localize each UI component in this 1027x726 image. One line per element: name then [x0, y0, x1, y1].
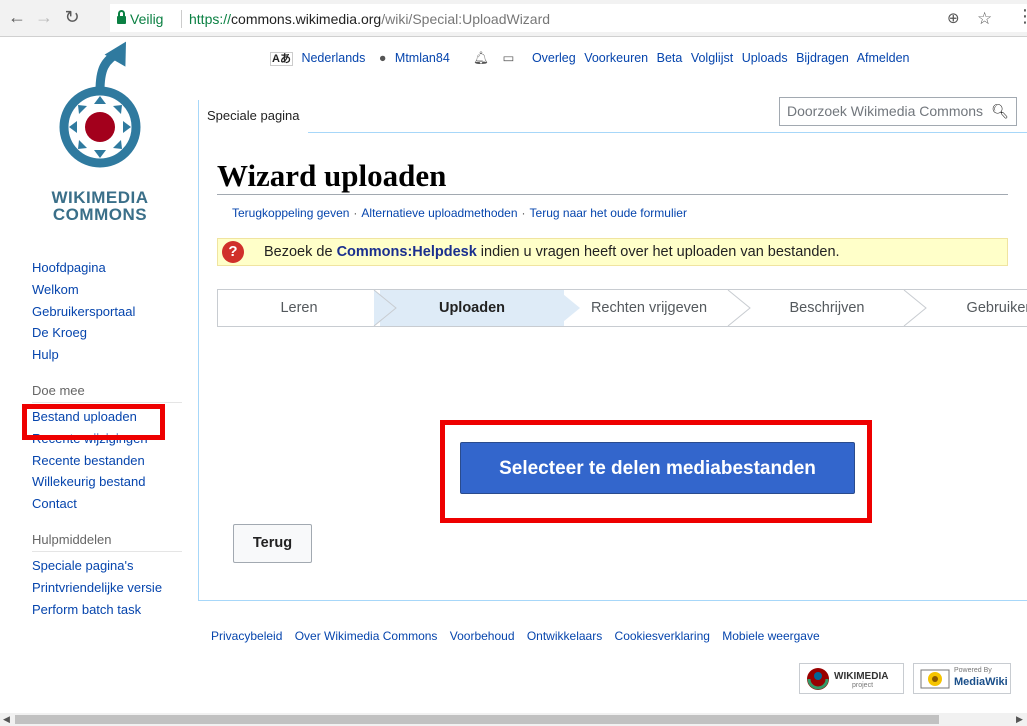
sidebar-heading-tools: Hulpmiddelen: [32, 529, 182, 552]
lock-icon: [117, 10, 126, 24]
sidebar-item-recent-files[interactable]: Recente bestanden: [32, 450, 182, 472]
sidebar-item-batch-task[interactable]: Perform batch task: [32, 599, 182, 621]
url-path: /wiki/Special:UploadWizard: [381, 11, 551, 27]
logo-line-1: WIKIMEDIA: [51, 188, 149, 207]
horizontal-scrollbar[interactable]: ◀ ▶: [0, 713, 1027, 726]
title-divider: [217, 194, 1008, 195]
helpdesk-notice: ? Bezoek de Commons:Helpdesk indien u vr…: [217, 238, 1008, 266]
badge-wikimedia-label: WIKIMEDIA: [834, 671, 889, 682]
footer-link-privacy[interactable]: Privacybeleid: [211, 629, 282, 643]
page-title: Wizard uploaden: [217, 158, 447, 193]
personal-link-logout[interactable]: Afmelden: [857, 51, 910, 65]
secure-label: Veilig: [130, 11, 164, 27]
url-host: commons.wikimedia.org: [231, 11, 382, 27]
sidebar-item-help[interactable]: Hulp: [32, 344, 182, 366]
language-icon: Aあ: [270, 52, 293, 66]
help-question-icon: ?: [222, 241, 244, 263]
secure-indicator[interactable]: Veilig: [117, 5, 163, 33]
sidebar-item-main-page[interactable]: Hoofdpagina: [32, 257, 182, 279]
forward-arrow-icon[interactable]: →: [33, 6, 55, 28]
bookmark-star-icon[interactable]: ☆: [977, 5, 992, 33]
footer-links: Privacybeleid Over Wikimedia Commons Voo…: [211, 629, 829, 643]
logo-wordmark: WIKIMEDIA COMMONS: [30, 189, 170, 223]
footer-link-disclaimer[interactable]: Voorbehoud: [450, 629, 515, 643]
upload-subnav: Terugkoppeling geven · Alternatieve upload…: [232, 206, 687, 220]
language-selector[interactable]: Aあ Nederlands: [270, 51, 370, 66]
subnav-alternative-methods-link[interactable]: Alternatieve uploadmethoden: [361, 206, 517, 220]
notice-prefix: Bezoek de: [264, 244, 337, 260]
wikimedia-logo-icon: [807, 668, 829, 690]
back-button[interactable]: Terug: [233, 524, 312, 563]
badge-wikimedia-sub: project: [852, 682, 874, 689]
mediawiki-powered-badge[interactable]: Powered By MediaWiki: [913, 663, 1011, 694]
sidebar-item-printable-version[interactable]: Printvriendelijke versie: [32, 577, 182, 599]
url-text[interactable]: https://commons.wikimedia.org/wiki/Speci…: [189, 5, 550, 33]
personal-link-uploads[interactable]: Uploads: [742, 51, 788, 65]
personal-link-talk[interactable]: Overleg: [532, 51, 576, 65]
search-icon[interactable]: 🔍︎: [991, 98, 1009, 125]
address-bar[interactable]: Veilig https://commons.wikimedia.org/wik…: [110, 4, 1027, 32]
scrollbar-thumb[interactable]: [15, 715, 939, 724]
footer-link-developers[interactable]: Ontwikkelaars: [527, 629, 602, 643]
personal-link-beta[interactable]: Beta: [657, 51, 683, 65]
tab-special-page[interactable]: Speciale pagina: [198, 100, 308, 133]
personal-toolbar: Aあ Nederlands ● Mtmlan84 🔔︎ ▭ Overleg Vo…: [270, 50, 915, 66]
personal-link-preferences[interactable]: Voorkeuren: [584, 51, 648, 65]
subnav-feedback-link[interactable]: Terugkoppeling geven: [232, 206, 349, 220]
wikimedia-project-badge[interactable]: WIKIMEDIA project: [799, 663, 904, 694]
step-chevron-4: [903, 290, 927, 326]
subnav-old-form-link[interactable]: Terug naar het oude formulier: [530, 206, 687, 220]
logo-line-2: COMMONS: [52, 205, 148, 224]
step-chevron-start: [374, 290, 396, 326]
personal-link-contributions[interactable]: Bijdragen: [796, 51, 849, 65]
zoom-icon[interactable]: ⊕: [947, 5, 960, 33]
scroll-left-arrow-icon[interactable]: ◀: [3, 713, 10, 726]
mediawiki-sunflower-icon: [920, 669, 950, 689]
sidebar-heading-participate: Doe mee: [32, 380, 182, 403]
sidebar-item-community-portal[interactable]: Gebruikersportaal: [32, 301, 182, 323]
username-label: Mtmlan84: [394, 51, 450, 65]
step-separators: [373, 290, 927, 326]
notifications-bell-icon[interactable]: 🔔︎: [473, 51, 489, 66]
reload-icon[interactable]: ↻: [61, 6, 83, 28]
footer-link-cookies[interactable]: Cookiesverklaring: [615, 629, 710, 643]
personal-link-watchlist[interactable]: Volglijst: [691, 51, 733, 65]
badge-mediawiki-sub: Powered By: [954, 667, 992, 674]
search-input[interactable]: Doorzoek Wikimedia Commons 🔍︎: [779, 97, 1017, 126]
browser-toolbar: ← → ↻ Veilig https://commons.wikimedia.o…: [0, 0, 1027, 37]
address-separator: [181, 10, 182, 28]
back-arrow-icon[interactable]: ←: [6, 6, 28, 28]
language-label: Nederlands: [301, 51, 366, 65]
user-icon: ●: [378, 51, 387, 65]
search-placeholder: Doorzoek Wikimedia Commons: [787, 103, 984, 119]
sidebar-item-random-file[interactable]: Willekeurig bestand: [32, 471, 182, 493]
url-scheme: https://: [189, 11, 232, 27]
step-chevron-3: [727, 290, 751, 326]
scroll-right-arrow-icon[interactable]: ▶: [1016, 713, 1023, 726]
step-chevron-active-end: [558, 290, 580, 326]
notices-tray-icon[interactable]: ▭: [503, 50, 515, 65]
sidebar-item-welcome[interactable]: Welkom: [32, 279, 182, 301]
subnav-separator: ·: [521, 206, 526, 220]
notice-helpdesk-link[interactable]: Commons:Helpdesk: [337, 244, 477, 260]
content-area: Wizard uploaden Terugkoppeling geven · Alt…: [198, 133, 1027, 601]
sidebar-item-contact[interactable]: Contact: [32, 493, 182, 515]
user-link[interactable]: ● Mtmlan84: [379, 51, 455, 65]
footer-link-mobile-view[interactable]: Mobiele weergave: [722, 629, 819, 643]
sidebar-item-special-pages[interactable]: Speciale pagina's: [32, 555, 182, 577]
notice-suffix: indien u vragen heeft over het uploaden …: [476, 244, 840, 260]
browser-menu-icon[interactable]: ⋮: [1016, 6, 1027, 26]
badge-mediawiki-label: MediaWiki: [954, 676, 1008, 688]
highlight-box-upload-link: [22, 404, 165, 440]
subnav-separator: ·: [353, 206, 358, 220]
sidebar-item-village-pump[interactable]: De Kroeg: [32, 322, 182, 344]
footer-link-about[interactable]: Over Wikimedia Commons: [295, 629, 438, 643]
highlight-box-select-button: [440, 420, 872, 523]
wizard-steps: Leren Uploaden Rechten vrijgeven Beschri…: [217, 289, 1027, 327]
